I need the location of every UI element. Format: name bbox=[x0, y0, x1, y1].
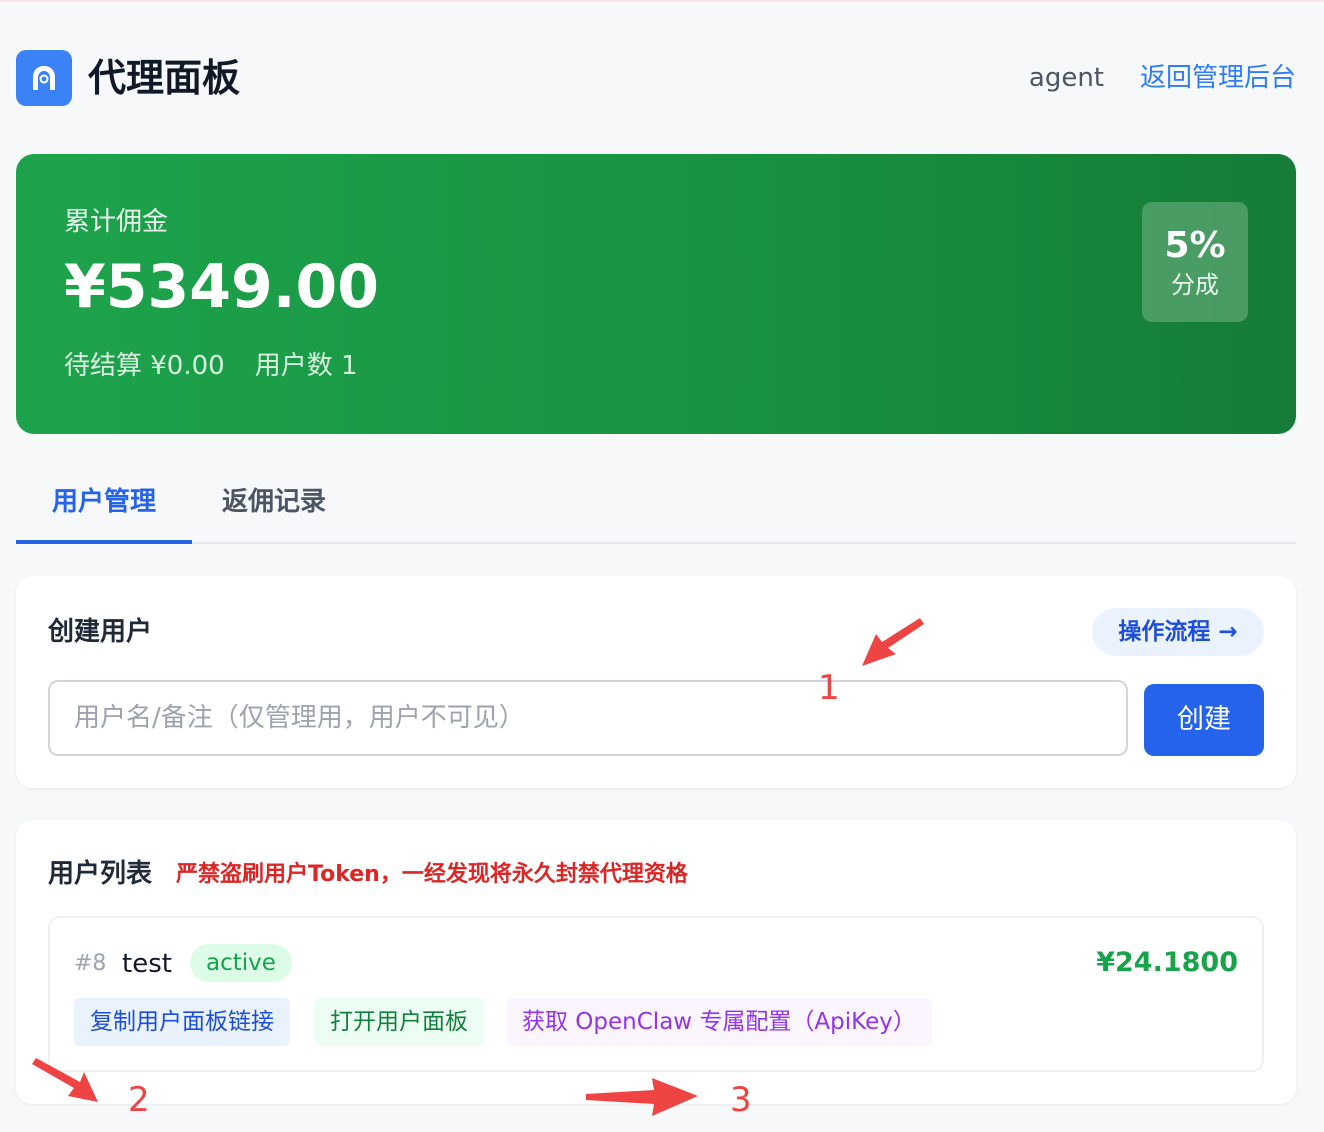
token-abuse-warning: 严禁盗刷用户Token，一经发现将永久封禁代理资格 bbox=[176, 862, 688, 887]
user-balance: ¥24.1800 bbox=[1096, 947, 1238, 978]
commission-rate-box: 5% 分成 bbox=[1142, 202, 1248, 322]
open-user-panel-button[interactable]: 打开用户面板 bbox=[314, 998, 484, 1046]
page-title: 代理面板 bbox=[88, 56, 241, 100]
annotation-number-2: 2 bbox=[128, 1080, 150, 1120]
annotation-arrow-1-icon bbox=[862, 618, 924, 666]
total-commission-label: 累计佣金 bbox=[64, 207, 169, 237]
user-list-title: 用户列表 bbox=[48, 859, 153, 889]
tab-user-management[interactable]: 用户管理 bbox=[16, 482, 192, 522]
create-user-button[interactable]: 创建 bbox=[1144, 684, 1264, 756]
commission-summary-card: 累计佣金 ¥5349.00 待结算 ¥0.00 用户数 1 5% 分成 bbox=[16, 154, 1296, 434]
operation-flow-button[interactable]: 操作流程 → bbox=[1092, 608, 1264, 656]
total-commission-amount: ¥5349.00 bbox=[64, 252, 380, 322]
annotation-number-3: 3 bbox=[730, 1080, 752, 1120]
copy-user-panel-link-button[interactable]: 复制用户面板链接 bbox=[74, 998, 290, 1046]
annotation-number-1: 1 bbox=[818, 668, 840, 708]
commission-rate-value: 5% bbox=[1164, 225, 1226, 266]
active-tab-indicator bbox=[16, 540, 192, 544]
pending-settlement: 待结算 ¥0.00 bbox=[64, 351, 225, 381]
top-border bbox=[0, 0, 1324, 2]
current-username: agent bbox=[1028, 63, 1104, 93]
create-user-card: 创建用户 操作流程 → 创建 bbox=[16, 576, 1296, 788]
app-logo-icon bbox=[16, 50, 72, 106]
commission-stats: 待结算 ¥0.00 用户数 1 bbox=[64, 350, 388, 382]
commission-rate-label: 分成 bbox=[1171, 271, 1219, 299]
user-list-item: #8 test active ¥24.1800 复制用户面板链接 打开用户面板 … bbox=[48, 916, 1264, 1072]
main-tabs: 用户管理 返佣记录 bbox=[16, 474, 1296, 544]
user-name: test bbox=[122, 949, 172, 979]
get-openclaw-config-button[interactable]: 获取 OpenClaw 专属配置（ApiKey） bbox=[506, 998, 932, 1046]
create-user-title: 创建用户 bbox=[48, 617, 153, 647]
user-list-card: 用户列表 严禁盗刷用户Token，一经发现将永久封禁代理资格 #8 test a… bbox=[16, 820, 1296, 1104]
username-note-input[interactable] bbox=[48, 680, 1128, 756]
status-badge: active bbox=[190, 944, 292, 982]
user-count: 用户数 1 bbox=[254, 351, 358, 381]
page-header: 代理面板 agent 返回管理后台 bbox=[16, 50, 1296, 106]
user-id: #8 bbox=[74, 951, 107, 976]
back-to-admin-link[interactable]: 返回管理后台 bbox=[1140, 62, 1296, 94]
annotation-arrow-3-icon bbox=[586, 1078, 698, 1116]
annotation-arrow-2-icon bbox=[32, 1058, 98, 1102]
tab-commission-records[interactable]: 返佣记录 bbox=[222, 482, 326, 522]
